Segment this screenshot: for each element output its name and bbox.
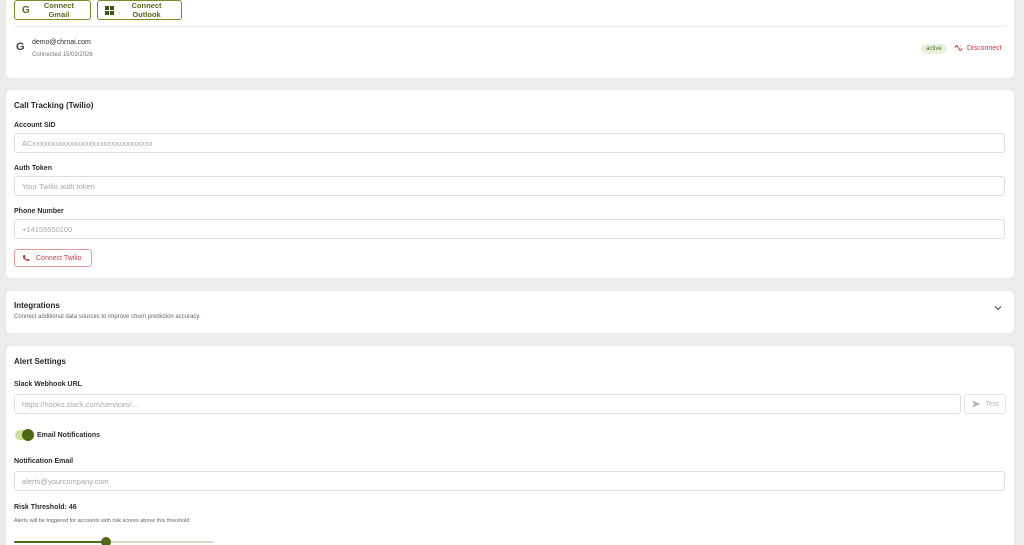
microsoft-windows-icon — [105, 5, 114, 15]
integrations-card[interactable]: Integrations Connect additional data sou… — [6, 291, 1014, 333]
slack-webhook-label: Slack Webhook URL — [14, 381, 82, 388]
test-webhook-button[interactable]: Test — [964, 394, 1006, 414]
auth-token-label: Auth Token — [14, 165, 52, 172]
account-sid-input[interactable] — [14, 133, 1005, 153]
connect-outlook-label: Connect Outlook — [131, 1, 162, 19]
unlink-icon — [954, 44, 963, 52]
settings-page: G Connect Gmail Connect Outlook G demo@c… — [0, 0, 1024, 545]
send-icon — [972, 400, 981, 408]
email-notifications-toggle[interactable] — [15, 429, 34, 441]
disconnect-button[interactable]: Disconnect — [954, 44, 1002, 52]
toggle-knob — [22, 429, 34, 441]
alert-settings-title: Alert Settings — [14, 357, 67, 366]
slack-webhook-input[interactable] — [14, 394, 961, 414]
divider — [14, 26, 1006, 27]
connect-gmail-label: Connect Gmail — [43, 1, 74, 19]
connect-gmail-button[interactable]: G Connect Gmail — [14, 0, 91, 20]
call-tracking-card: Call Tracking (Twilio) Account SID Auth … — [6, 90, 1014, 278]
alert-settings-card: Alert Settings Slack Webhook URL Test Em… — [6, 346, 1014, 545]
phone-number-label: Phone Number — [14, 208, 64, 215]
slider-fill — [14, 541, 106, 543]
connect-twilio-label: Connect Twilio — [36, 254, 82, 262]
notification-email-label: Notification Email — [14, 458, 74, 465]
connected-date: Connected 15/03/2026 — [32, 52, 93, 58]
google-g-icon: G — [22, 4, 30, 16]
disconnect-label: Disconnect — [967, 44, 1002, 52]
email-notifications-label: Email Notifications — [37, 432, 101, 439]
notification-email-input[interactable] — [14, 471, 1005, 491]
phone-icon — [22, 255, 30, 262]
risk-threshold-slider[interactable] — [14, 537, 214, 545]
integrations-title: Integrations — [14, 301, 60, 310]
slider-thumb[interactable] — [101, 537, 111, 545]
email-integration-card: G Connect Gmail Connect Outlook G demo@c… — [6, 0, 1014, 78]
risk-threshold-description: Alerts will be triggered for accounts wi… — [14, 518, 190, 524]
status-badge: active — [921, 44, 947, 54]
connected-account-email: demo@chrnai.com — [32, 39, 91, 46]
connect-outlook-button[interactable]: Connect Outlook — [97, 0, 182, 20]
phone-number-input[interactable] — [14, 219, 1005, 239]
chevron-down-icon[interactable] — [994, 305, 1002, 311]
risk-threshold-label: Risk Threshold: 46 — [14, 504, 77, 511]
section-title: Call Tracking (Twilio) — [14, 101, 94, 110]
google-g-icon: G — [16, 41, 25, 53]
auth-token-input[interactable] — [14, 176, 1005, 196]
integrations-description: Connect additional data sources to impro… — [14, 314, 201, 320]
test-label: Test — [985, 400, 999, 408]
account-sid-label: Account SID — [14, 122, 56, 129]
connect-twilio-button[interactable]: Connect Twilio — [14, 249, 92, 267]
